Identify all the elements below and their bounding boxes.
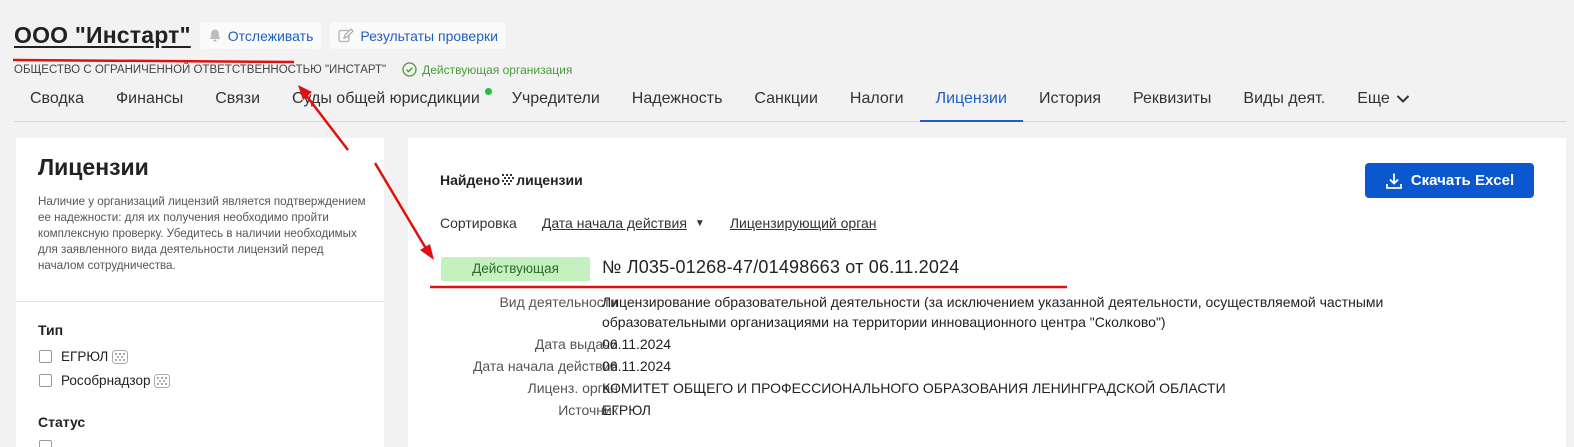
tab-label: Налоги bbox=[849, 90, 904, 107]
activity-value: Лицензирование образовательной деятельно… bbox=[602, 294, 1384, 330]
company-subline: ОБЩЕСТВО С ОГРАНИЧЕННОЙ ОТВЕТСТВЕННОСТЬЮ… bbox=[14, 62, 572, 77]
authority-value: КОМИТЕТ ОБЩЕГО И ПРОФЕССИОНАЛЬНОГО ОБРАЗ… bbox=[602, 380, 1226, 396]
sort-label: Сортировка bbox=[440, 215, 517, 231]
activity-label: Вид деятельности bbox=[499, 294, 618, 310]
check-results-label: Результаты проверки bbox=[360, 27, 498, 44]
sidebar-description: Наличие у организаций лицензий является … bbox=[38, 195, 366, 272]
check-circle-icon bbox=[402, 62, 417, 77]
filter-status-option[interactable] bbox=[39, 440, 61, 447]
tab-history[interactable]: История bbox=[1023, 80, 1117, 122]
sort-row: Сортировка Дата начала действия ▼ Лиценз… bbox=[440, 215, 877, 231]
track-label: Отслеживать bbox=[227, 27, 314, 44]
edit-icon bbox=[338, 28, 355, 43]
found-prefix: Найдено bbox=[440, 172, 501, 188]
tab-label: Реквизиты bbox=[1132, 90, 1212, 107]
license-status-badge: Действующая bbox=[441, 257, 590, 281]
tab-reliability[interactable]: Надежность bbox=[616, 80, 739, 122]
source-value: ЕГРЮЛ bbox=[602, 402, 651, 418]
tab-requisites[interactable]: Реквизиты bbox=[1117, 80, 1227, 122]
checkbox[interactable] bbox=[39, 440, 52, 447]
organization-status-label: Действующая организация bbox=[422, 62, 573, 77]
sidebar-title: Лицензии bbox=[38, 154, 149, 180]
tab-sanctions[interactable]: Санкции bbox=[738, 80, 834, 122]
tab-links[interactable]: Связи bbox=[199, 80, 276, 122]
tab-licenses[interactable]: Лицензии bbox=[919, 80, 1023, 122]
checkbox[interactable] bbox=[39, 374, 52, 387]
new-indicator-dot bbox=[484, 88, 492, 95]
tab-label: Сводка bbox=[30, 90, 85, 107]
filter-type-heading: Тип bbox=[38, 322, 64, 338]
check-results-button[interactable]: Результаты проверки bbox=[330, 22, 506, 49]
tab-finance[interactable]: Финансы bbox=[100, 80, 199, 122]
download-icon bbox=[1385, 173, 1402, 189]
license-number[interactable]: № Л035-01268-47/01498663 от 06.11.2024 bbox=[602, 257, 960, 278]
track-button[interactable]: Отслеживать bbox=[199, 22, 322, 49]
bell-icon bbox=[209, 29, 220, 42]
issue-date-value: 06.11.2024 bbox=[602, 336, 672, 352]
tab-label: Лицензии bbox=[935, 90, 1007, 107]
loading-placeholder-icon bbox=[154, 373, 171, 388]
loading-placeholder-icon bbox=[502, 174, 515, 185]
tab-label: Санкции bbox=[754, 90, 818, 107]
start-date-label: Дата начала действия bbox=[472, 358, 618, 374]
checkbox[interactable] bbox=[39, 350, 52, 363]
organization-status: Действующая организация bbox=[402, 62, 572, 77]
start-date-value: 06.11.2024 bbox=[602, 358, 672, 374]
download-excel-button[interactable]: Скачать Excel bbox=[1365, 163, 1534, 198]
company-header: ООО "Инстарт" Отслеживать Результаты про… bbox=[14, 22, 506, 49]
tab-label: История bbox=[1038, 90, 1101, 107]
filter-option-label: Рособрнадзор bbox=[61, 373, 151, 388]
tab-label: Еще bbox=[1357, 90, 1390, 107]
tab-summary[interactable]: Сводка bbox=[14, 80, 100, 122]
found-suffix: лицензии bbox=[516, 172, 583, 188]
sort-by-start-date[interactable]: Дата начала действия bbox=[542, 215, 687, 231]
filter-status-heading: Статус bbox=[38, 414, 86, 430]
tab-taxes[interactable]: Налоги bbox=[834, 80, 920, 122]
chevron-down-icon bbox=[1396, 95, 1409, 103]
download-excel-label: Скачать Excel bbox=[1410, 172, 1515, 189]
tab-label: Надежность bbox=[631, 90, 723, 107]
company-full-name: ОБЩЕСТВО С ОГРАНИЧЕННОЙ ОТВЕТСТВЕННОСТЬЮ… bbox=[14, 63, 387, 76]
tab-activity-types[interactable]: Виды деят. bbox=[1227, 80, 1341, 122]
filter-type-rosobrnadzor[interactable]: Рособрнадзор bbox=[39, 373, 171, 388]
section-tabs: Сводка Финансы Связи Суды общей юрисдикц… bbox=[14, 80, 1566, 122]
tab-label: Учредители bbox=[511, 90, 600, 107]
licenses-main-panel: Найдено лицензии Скачать Excel Сортировк… bbox=[408, 138, 1566, 447]
tab-label: Связи bbox=[215, 90, 260, 107]
company-title[interactable]: ООО "Инстарт" bbox=[14, 22, 191, 49]
found-count: Найдено лицензии bbox=[440, 172, 583, 188]
sidebar-divider bbox=[16, 301, 384, 302]
licenses-sidebar: Лицензии Наличие у организаций лицензий … bbox=[16, 138, 384, 447]
tab-label: Финансы bbox=[116, 90, 184, 107]
tab-label: Виды деят. bbox=[1243, 90, 1326, 107]
tab-label: Суды общей юрисдикции bbox=[292, 90, 480, 107]
filter-option-label: ЕГРЮЛ bbox=[61, 349, 109, 364]
filter-type-egrul[interactable]: ЕГРЮЛ bbox=[39, 349, 129, 364]
loading-placeholder-icon bbox=[112, 349, 129, 364]
tab-founders[interactable]: Учредители bbox=[496, 80, 616, 122]
tab-more[interactable]: Еще bbox=[1341, 80, 1426, 122]
tab-courts[interactable]: Суды общей юрисдикции bbox=[276, 80, 496, 122]
sort-by-authority[interactable]: Лицензирующий орган bbox=[730, 215, 877, 231]
sort-arrow-down-icon[interactable]: ▼ bbox=[695, 218, 705, 229]
